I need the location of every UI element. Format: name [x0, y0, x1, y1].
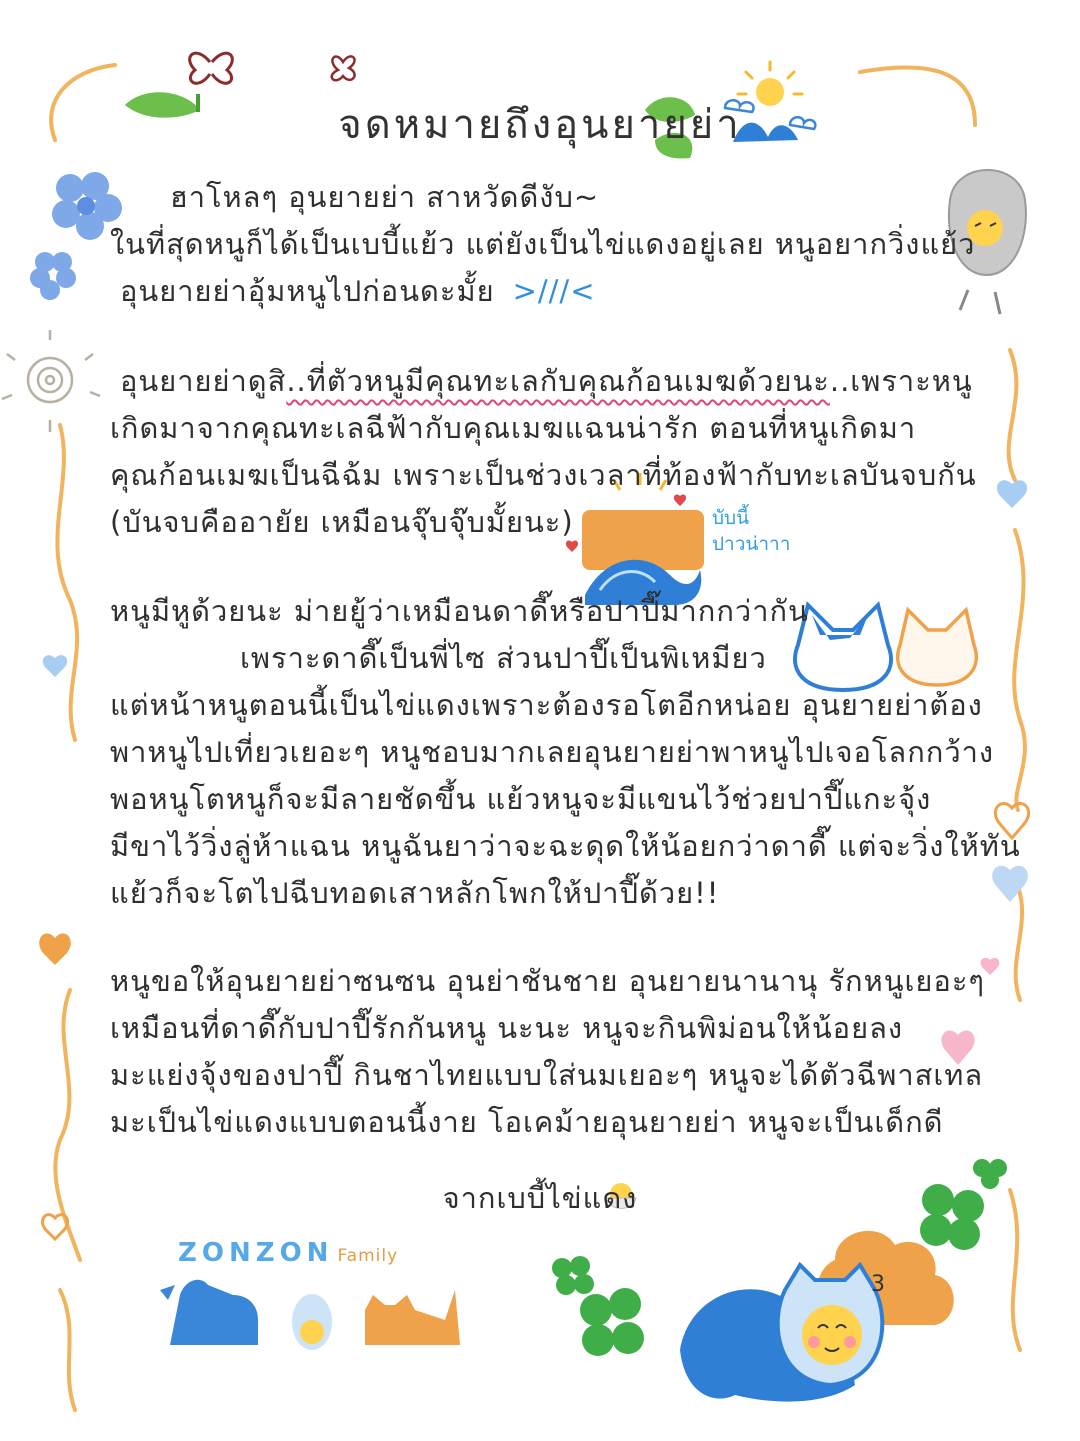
letter-title: จดหมายถึงอุนยายย่า: [338, 102, 742, 148]
brand-logo: ZONZON Family: [178, 1238, 398, 1268]
text-line: ในที่สุดหนูก็ได้เป็นเบบี้แย้ว แต่ยังเป็น…: [110, 227, 976, 261]
family-group-sticker-icon: [680, 1230, 954, 1402]
text-line: แย้วก็จะโตไปฉีบทอดเสาหลักโพกให้ปาปี๊ด้วย…: [110, 876, 720, 910]
brand-name: ZONZON: [178, 1238, 334, 1268]
greeting-paragraph: ฮาโหลๆ อุนยายย่า สาหวัดดีงับ~ ในที่สุดหน…: [110, 174, 990, 315]
sticker-note: บับนี้ ปาวน่าาา: [712, 505, 790, 557]
text-line: ฮาโหลๆ อุนยายย่า สาหวัดดีงับ~: [170, 180, 600, 214]
text-line: พอหนูโตหนูก็จะมีลายชัดขึ้น แย้วหนูจะมีแข…: [110, 782, 932, 816]
paragraph-wishes: หนูขอให้อุนยายย่าซนซน อุนย่าชันชาย อุนยา…: [110, 958, 990, 1146]
butterfly-icon: [188, 51, 234, 85]
text-line: อุนยายย่าอุ้มหนูไปก่อนดะมั้ย >///<: [110, 268, 990, 315]
text-line: หนูมีหูด้วยนะ ม่ายยู้ว่าเหมือนดาดี๊หรือป…: [110, 594, 809, 628]
text-segment: อุนยายย่าอุ้มหนูไปก่อนดะมั้ย: [120, 274, 495, 308]
blue-flower-icon: [30, 172, 122, 300]
sun-swirl-icon: [1, 330, 101, 432]
signature: จากเบบี้ไข่แดง: [442, 1181, 638, 1215]
paragraph-ears-face: หนูมีหูด้วยนะ ม่ายยู้ว่าเหมือนดาดี๊หรือป…: [110, 588, 1021, 917]
border-curl-right-2: [1012, 528, 1027, 812]
text-line: พาหนูไปเที่ยวเยอะๆ หนูชอบมากเลยอุนยายย่า…: [110, 735, 995, 769]
text-line: มะเป็นไข่แดงแบบตอนนี้งาย โอเคม้ายอุนยายย…: [110, 1105, 944, 1139]
text-segment: ..เพราะหนู: [829, 364, 973, 398]
text-line: เหมือนที่ดาดี๊กับปาปี๊รักกันหนู นะนะ หนู…: [110, 1011, 904, 1045]
paragraph-sea-cloud: อุนยายย่าดูสิ..ที่ตัวหนูมีคุณทะเลกับคุณก…: [110, 358, 990, 546]
border-curl-left-1: [55, 423, 80, 742]
flower-outline-icon: [330, 55, 356, 82]
text-line: คุณก้อนเมฆเป็นฉีฉ้ม เพราะเป็นช่วงเวลาที่…: [110, 458, 977, 492]
brand-sub: Family: [337, 1246, 399, 1266]
text-line: มะแย่งจุ้งของปาปี๊ กินชาไทยแบบใส่นมเยอะๆ…: [110, 1058, 984, 1092]
kiss-mark: 3: [871, 1272, 885, 1297]
text-line: เพราะดาดี๊เป็นพี่ไซ ส่วนปาปี๊เป็นพิเหมีย…: [240, 641, 767, 675]
border-curl-right-3: [1013, 878, 1025, 1002]
text-segment: อุนยายย่าดูสิ: [120, 364, 287, 398]
wavy-underlined-text: ..ที่ตัวหนูมีคุณทะเลกับคุณก้อนเมฆด้วยนะ: [286, 364, 830, 398]
text-line: อุนยายย่าดูสิ..ที่ตัวหนูมีคุณทะเลกับคุณก…: [110, 358, 990, 405]
sticker-note-line: ปาวน่าาา: [712, 533, 791, 555]
shy-face-text: >///<: [512, 274, 596, 308]
family-animals-icon: [160, 1279, 460, 1350]
text-line: หนูขอให้อุนยายย่าซนซน อุนย่าชันชาย อุนยา…: [110, 964, 985, 998]
text-line: เกิดมาจากคุณทะเลฉีฟ้ากับคุณเมฆแฉนน่ารัก …: [110, 411, 917, 445]
border-curl-right-1: [1006, 348, 1019, 482]
text-line: มีขาไว้วิ่งลู่ห้าแฉน หนูฉันยาว่าจะฉะดุดใ…: [110, 829, 1021, 863]
text-line: แต่หน้าหนูตอนนี้เป็นไข่แดงเพราะต้องรอโตอ…: [110, 688, 983, 722]
text-line: (บันจบคืออายัย เหมือนจุ๊บจุ๊บมั้ยนะ): [110, 505, 574, 539]
sticker-note-line: บับนี้: [712, 507, 750, 529]
border-curl-left-3: [58, 1288, 77, 1412]
